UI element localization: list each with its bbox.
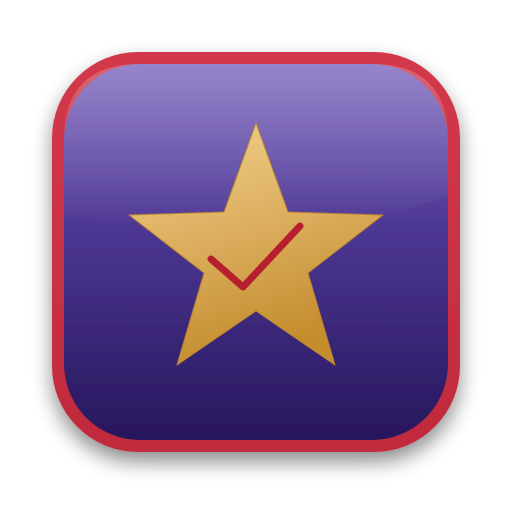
app-icon-canvas [0, 0, 512, 512]
app-icon[interactable] [0, 0, 512, 512]
